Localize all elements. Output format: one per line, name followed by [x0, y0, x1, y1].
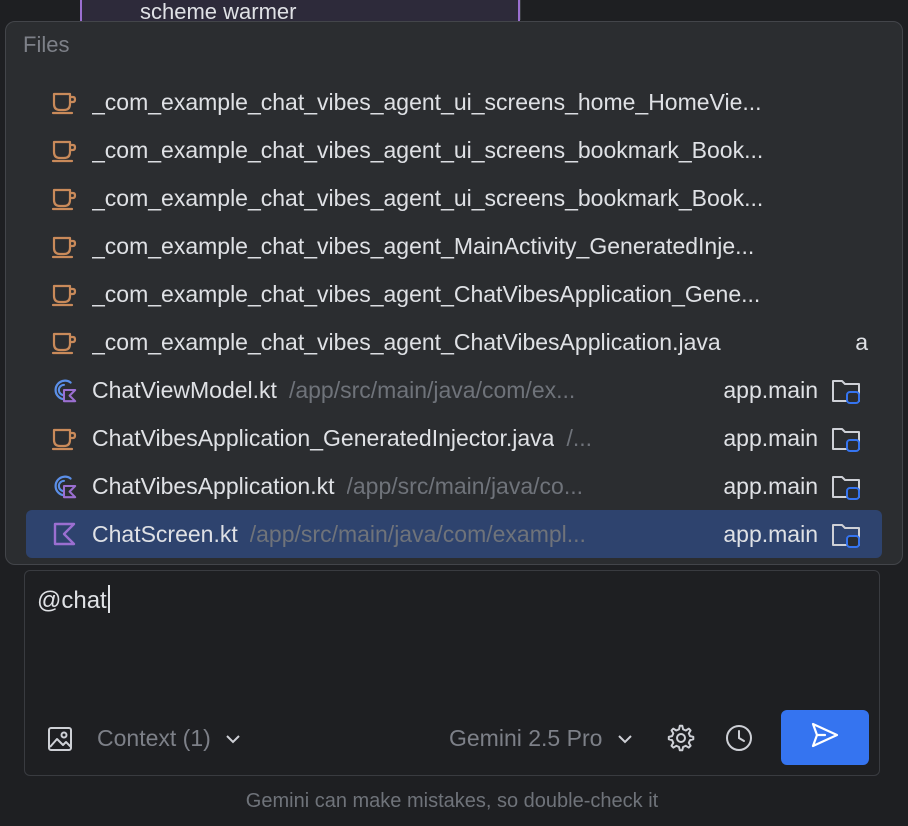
kotlin-file-icon [50, 520, 78, 548]
module-folder-icon [830, 374, 862, 406]
file-name: _com_example_chat_vibes_agent_ui_screens… [92, 136, 764, 163]
file-path: /... [566, 424, 592, 451]
context-label: Context (1) [97, 725, 211, 751]
java-icon [50, 424, 78, 452]
send-button[interactable] [781, 710, 869, 765]
file-name: _com_example_chat_vibes_agent_ui_screens… [92, 88, 762, 115]
model-dropdown[interactable]: Gemini 2.5 Pro [449, 723, 633, 752]
chat-input-box[interactable]: @chat Context (1) Gemini 2.5 Pro [24, 570, 880, 776]
file-path: /app/src/main/java/co... [346, 472, 584, 499]
file-list-item[interactable]: _com_example_chat_vibes_agent_ChatVibesA… [26, 270, 882, 318]
file-list-item[interactable]: ChatVibesApplication.kt/app/src/main/jav… [26, 462, 882, 510]
file-name: _com_example_chat_vibes_agent_ChatVibesA… [92, 328, 721, 355]
module-folder-icon [830, 470, 862, 502]
file-list-item[interactable]: ChatVibesApplication_GeneratedInjector.j… [26, 414, 882, 462]
java-icon [50, 328, 78, 356]
kotlin-class-icon [50, 472, 78, 500]
files-popup: Files _com_example_chat_vibes_agent_ui_s… [5, 21, 903, 565]
context-dropdown[interactable]: Context (1) [97, 723, 241, 752]
chat-input[interactable]: @chat [37, 585, 110, 615]
file-list: _com_example_chat_vibes_agent_ui_screens… [26, 78, 882, 558]
file-list-item[interactable]: _com_example_chat_vibes_agent_ui_screens… [26, 126, 882, 174]
file-path: /app/src/main/java/com/exampl... [249, 520, 586, 547]
java-icon [50, 136, 78, 164]
model-label: Gemini 2.5 Pro [449, 725, 603, 751]
history-icon[interactable] [723, 722, 755, 754]
module-folder-icon [830, 518, 862, 550]
attach-image-icon[interactable] [45, 724, 75, 754]
send-icon [810, 721, 840, 754]
file-list-item[interactable]: ChatScreen.kt/app/src/main/java/com/exam… [26, 510, 882, 558]
java-icon [50, 184, 78, 212]
file-name: ChatVibesApplication_GeneratedInjector.j… [92, 424, 555, 451]
file-module: app.main [723, 376, 818, 403]
file-name: ChatVibesApplication.kt [92, 472, 335, 499]
gear-icon[interactable] [665, 722, 697, 754]
file-module: app.main [723, 472, 818, 499]
file-path: /app/src/main/java/com/ex... [288, 376, 576, 403]
popup-title: Files [23, 32, 70, 57]
file-name: _com_example_chat_vibes_agent_ui_screens… [92, 184, 764, 211]
java-icon [50, 280, 78, 308]
kotlin-class-icon [50, 376, 78, 404]
module-folder-icon [830, 422, 862, 454]
file-list-item[interactable]: _com_example_chat_vibes_agent_ChatVibesA… [26, 318, 882, 366]
chat-input-value: @chat [37, 587, 107, 614]
file-list-item[interactable]: _com_example_chat_vibes_agent_ui_screens… [26, 174, 882, 222]
chevron-down-icon [225, 723, 241, 750]
file-list-item[interactable]: _com_example_chat_vibes_agent_MainActivi… [26, 222, 882, 270]
text-caret [107, 585, 110, 613]
java-icon [50, 232, 78, 260]
file-list-item[interactable]: _com_example_chat_vibes_agent_ui_screens… [26, 78, 882, 126]
chevron-down-icon [617, 723, 633, 750]
file-module: app.main [723, 520, 818, 547]
java-icon [50, 88, 78, 116]
disclaimer-text: Gemini can make mistakes, so double-chec… [245, 790, 659, 812]
file-name: ChatViewModel.kt [92, 376, 277, 403]
background-divider [520, 0, 521, 20]
file-trailing-text: a [855, 328, 868, 355]
file-list-item[interactable]: ChatViewModel.kt/app/src/main/java/com/e… [26, 366, 882, 414]
file-name: _com_example_chat_vibes_agent_ChatVibesA… [92, 280, 761, 307]
file-name: _com_example_chat_vibes_agent_MainActivi… [92, 232, 755, 259]
file-name: ChatScreen.kt [92, 520, 238, 547]
file-module: app.main [723, 424, 818, 451]
